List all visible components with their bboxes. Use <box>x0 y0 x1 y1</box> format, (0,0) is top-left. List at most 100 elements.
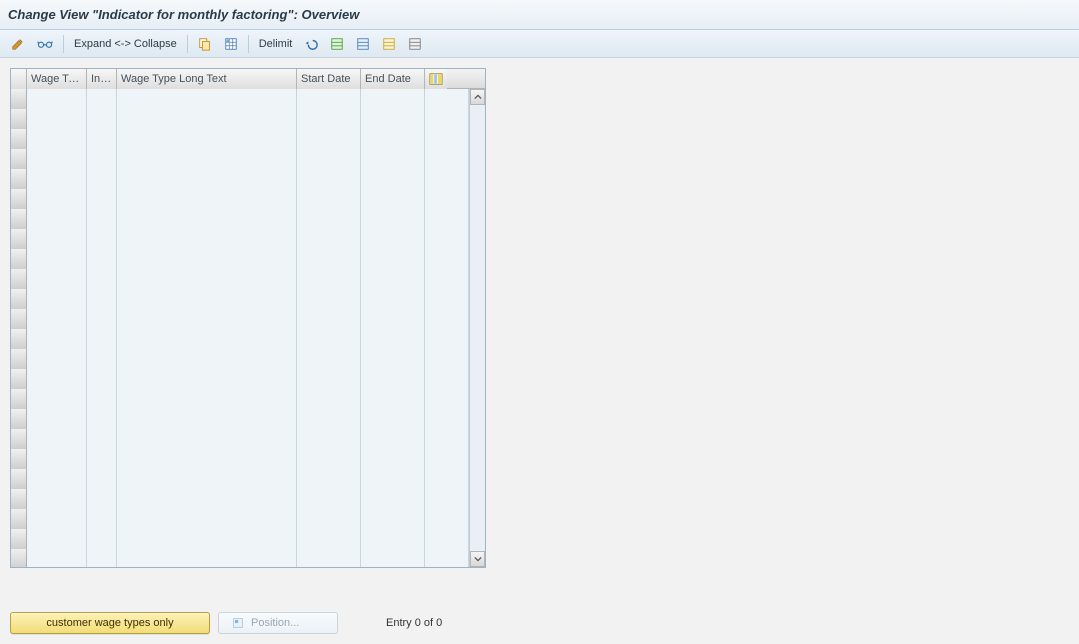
table-row[interactable] <box>11 289 469 309</box>
row-selector[interactable] <box>11 109 27 129</box>
cell-wage-type[interactable] <box>27 189 87 209</box>
cell-wage-type[interactable] <box>27 329 87 349</box>
cell-wage-type[interactable] <box>27 389 87 409</box>
cell-end-date[interactable] <box>361 529 425 549</box>
cell-infotype[interactable] <box>87 309 117 329</box>
row-selector[interactable] <box>11 529 27 549</box>
cell-wage-type[interactable] <box>27 149 87 169</box>
cell-end-date[interactable] <box>361 429 425 449</box>
row-selector[interactable] <box>11 509 27 529</box>
cell-wage-type-long-text[interactable] <box>117 169 297 189</box>
cell-start-date[interactable] <box>297 89 361 109</box>
cell-wage-type[interactable] <box>27 209 87 229</box>
cell-wage-type-long-text[interactable] <box>117 249 297 269</box>
cell-infotype[interactable] <box>87 329 117 349</box>
table-row[interactable] <box>11 349 469 369</box>
cell-infotype[interactable] <box>87 349 117 369</box>
cell-start-date[interactable] <box>297 249 361 269</box>
row-selector[interactable] <box>11 329 27 349</box>
cell-wage-type-long-text[interactable] <box>117 409 297 429</box>
cell-start-date[interactable] <box>297 469 361 489</box>
row-selector[interactable] <box>11 489 27 509</box>
cell-end-date[interactable] <box>361 189 425 209</box>
cell-end-date[interactable] <box>361 129 425 149</box>
table-row[interactable] <box>11 489 469 509</box>
cell-start-date[interactable] <box>297 549 361 567</box>
cell-wage-type-long-text[interactable] <box>117 229 297 249</box>
cell-end-date[interactable] <box>361 309 425 329</box>
cell-end-date[interactable] <box>361 489 425 509</box>
cell-infotype[interactable] <box>87 209 117 229</box>
cell-start-date[interactable] <box>297 149 361 169</box>
cell-wage-type-long-text[interactable] <box>117 189 297 209</box>
table-row[interactable] <box>11 509 469 529</box>
cell-end-date[interactable] <box>361 229 425 249</box>
cell-infotype[interactable] <box>87 289 117 309</box>
cell-start-date[interactable] <box>297 509 361 529</box>
column-wage-type[interactable]: Wage Ty... <box>27 69 87 89</box>
cell-infotype[interactable] <box>87 169 117 189</box>
cell-wage-type[interactable] <box>27 89 87 109</box>
row-selector[interactable] <box>11 309 27 329</box>
sort-button[interactable] <box>377 34 401 54</box>
table-row[interactable] <box>11 549 469 567</box>
row-selector[interactable] <box>11 469 27 489</box>
cell-start-date[interactable] <box>297 409 361 429</box>
cell-wage-type[interactable] <box>27 509 87 529</box>
cell-wage-type-long-text[interactable] <box>117 429 297 449</box>
cell-start-date[interactable] <box>297 349 361 369</box>
cell-start-date[interactable] <box>297 289 361 309</box>
scroll-track[interactable] <box>470 105 485 551</box>
row-selector[interactable] <box>11 169 27 189</box>
row-selector[interactable] <box>11 89 27 109</box>
table-row[interactable] <box>11 529 469 549</box>
toggle-edit-button[interactable] <box>6 34 30 54</box>
cell-end-date[interactable] <box>361 169 425 189</box>
select-all-button[interactable] <box>219 34 243 54</box>
cell-wage-type[interactable] <box>27 169 87 189</box>
table-row[interactable] <box>11 429 469 449</box>
cell-wage-type-long-text[interactable] <box>117 509 297 529</box>
cell-start-date[interactable] <box>297 209 361 229</box>
table-row[interactable] <box>11 409 469 429</box>
cell-wage-type-long-text[interactable] <box>117 369 297 389</box>
table-row[interactable] <box>11 249 469 269</box>
cell-start-date[interactable] <box>297 229 361 249</box>
row-selector[interactable] <box>11 189 27 209</box>
cell-start-date[interactable] <box>297 269 361 289</box>
cell-wage-type-long-text[interactable] <box>117 149 297 169</box>
cell-infotype[interactable] <box>87 469 117 489</box>
table-row[interactable] <box>11 329 469 349</box>
cell-wage-type[interactable] <box>27 489 87 509</box>
position-button[interactable]: Position... <box>218 612 338 634</box>
cell-end-date[interactable] <box>361 109 425 129</box>
row-selector[interactable] <box>11 209 27 229</box>
cell-wage-type-long-text[interactable] <box>117 269 297 289</box>
row-selector[interactable] <box>11 129 27 149</box>
customer-wage-types-button[interactable]: customer wage types only <box>10 612 210 634</box>
cell-end-date[interactable] <box>361 289 425 309</box>
cell-infotype[interactable] <box>87 549 117 567</box>
row-selector[interactable] <box>11 369 27 389</box>
cell-infotype[interactable] <box>87 149 117 169</box>
row-selector[interactable] <box>11 449 27 469</box>
cell-start-date[interactable] <box>297 529 361 549</box>
cell-infotype[interactable] <box>87 509 117 529</box>
cell-infotype[interactable] <box>87 249 117 269</box>
cell-wage-type[interactable] <box>27 529 87 549</box>
cell-infotype[interactable] <box>87 529 117 549</box>
cell-wage-type[interactable] <box>27 429 87 449</box>
cell-infotype[interactable] <box>87 109 117 129</box>
cut-button[interactable] <box>325 34 349 54</box>
column-select-all[interactable] <box>11 69 27 89</box>
cell-wage-type[interactable] <box>27 309 87 329</box>
column-wage-type-long-text[interactable]: Wage Type Long Text <box>117 69 297 89</box>
cell-start-date[interactable] <box>297 429 361 449</box>
cell-wage-type[interactable] <box>27 549 87 567</box>
cell-start-date[interactable] <box>297 109 361 129</box>
cell-infotype[interactable] <box>87 369 117 389</box>
cell-infotype[interactable] <box>87 429 117 449</box>
cell-end-date[interactable] <box>361 409 425 429</box>
cell-wage-type[interactable] <box>27 469 87 489</box>
vertical-scrollbar[interactable] <box>469 89 485 567</box>
